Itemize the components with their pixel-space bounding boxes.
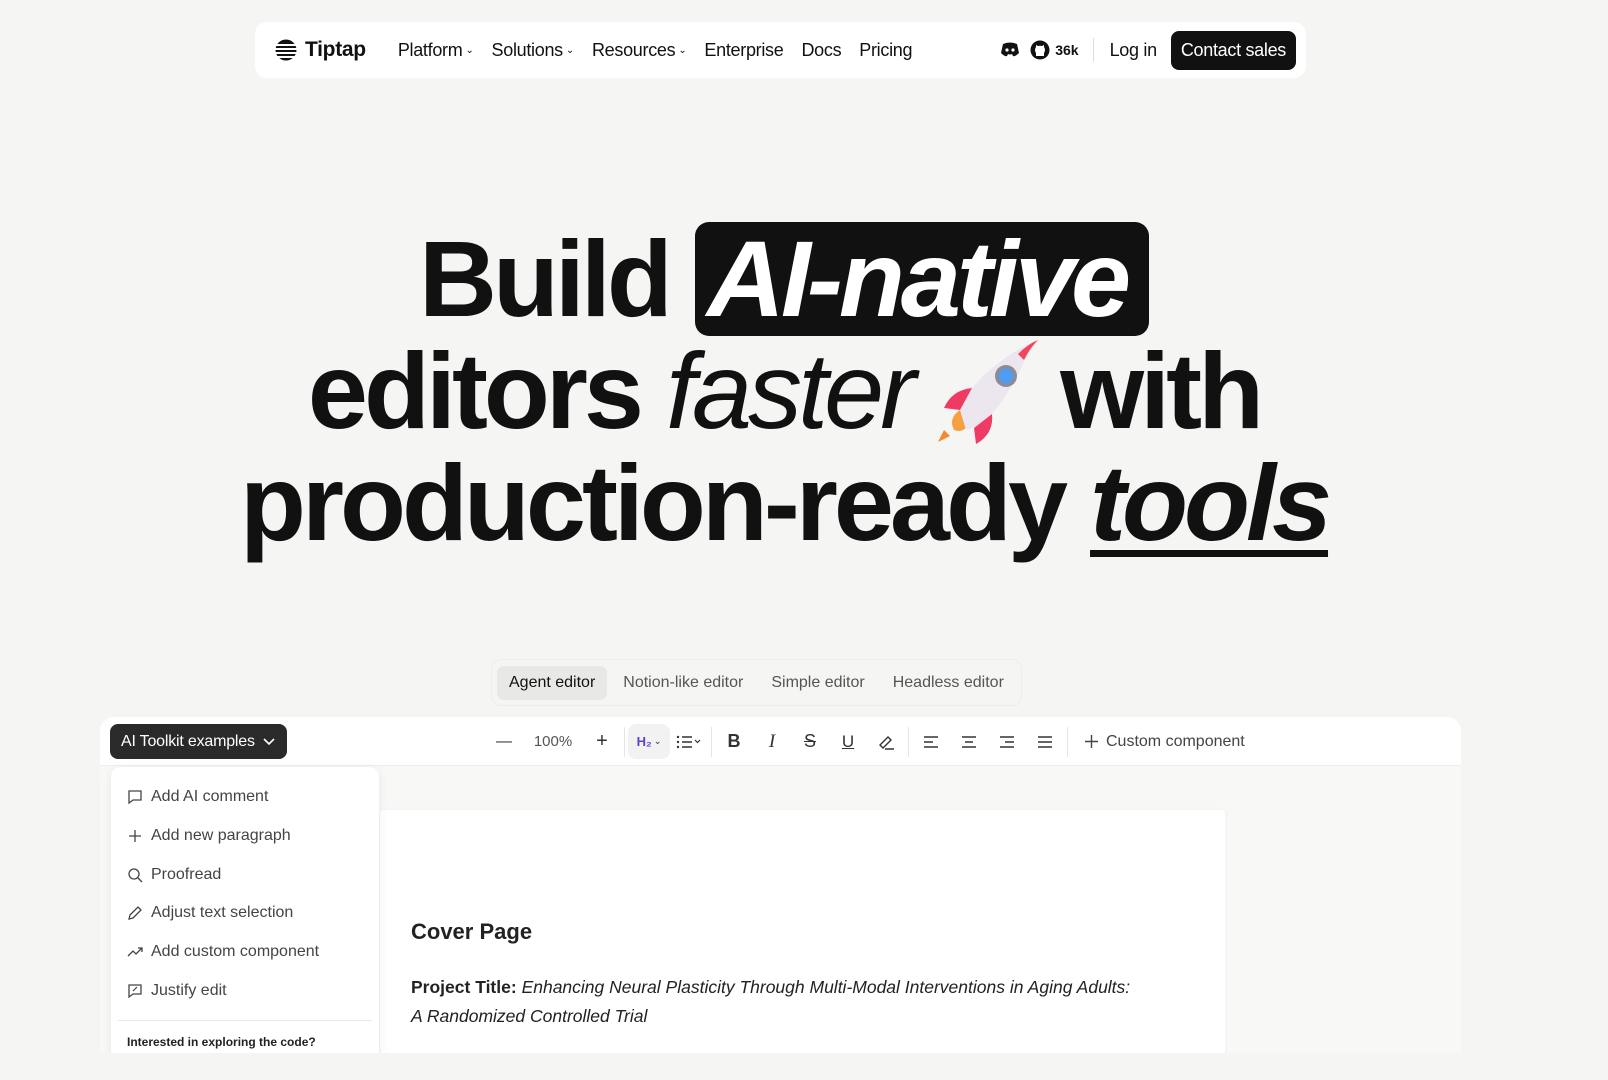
search-icon (128, 868, 143, 883)
menu-label: Adjust text selection (151, 904, 294, 922)
menu-label: Proofread (151, 865, 222, 883)
ai-toolkit-dropdown[interactable]: AI Toolkit examples (110, 724, 287, 759)
rocket-icon (938, 340, 1039, 444)
nav-divider (1092, 38, 1094, 62)
logo[interactable]: Tiptap (275, 38, 366, 62)
plus-icon (129, 830, 141, 843)
document-page[interactable]: Cover Page Project Title: Enhancing Neur… (380, 810, 1225, 1053)
nav-platform[interactable]: Platform ⌄ (398, 40, 474, 61)
comment-icon (128, 790, 142, 805)
editor-toolbar: AI Toolkit examples — 100% + H₂ ⌄ B I S U (100, 717, 1461, 766)
nav-solutions-label: Solutions (491, 39, 564, 60)
github-stars: 36k (1055, 42, 1079, 58)
zoom-out-icon[interactable]: — (485, 724, 523, 759)
toolbar-divider (908, 726, 909, 757)
nav-docs[interactable]: Docs (801, 40, 841, 61)
menu-label: Justify edit (151, 981, 227, 999)
menu-label: Add custom component (151, 943, 320, 961)
menu-label: Add AI comment (151, 788, 269, 806)
align-center-icon[interactable] (950, 724, 988, 759)
editor-tabs: Agent editor Notion-like editor Simple e… (491, 659, 1022, 706)
toolbar-divider (1067, 726, 1068, 757)
nav-resources[interactable]: Resources ⌄ (591, 39, 687, 61)
chevron-down-icon (263, 737, 275, 745)
bold-icon[interactable]: B (715, 724, 753, 759)
highlighter-icon[interactable] (867, 724, 905, 759)
heading-label: H₂ (636, 734, 652, 749)
editor-demo: AI Toolkit examples — 100% + H₂ ⌄ B I S U (100, 717, 1461, 1053)
top-nav: Tiptap Platform ⌄ Solutions ⌄ Resources ⌄ E… (255, 22, 1306, 78)
custom-component-label: Custom component (1106, 732, 1245, 750)
tab-headless-editor[interactable]: Headless editor (881, 666, 1016, 700)
hero-pill-ai-native: AI-native (694, 222, 1150, 336)
ai-toolkit-label: AI Toolkit examples (121, 732, 255, 750)
zoom-in-icon[interactable]: + (583, 724, 621, 759)
heading-dropdown[interactable]: H₂ ⌄ (628, 724, 670, 759)
tab-notion-like-editor[interactable]: Notion-like editor (611, 666, 755, 700)
tab-simple-editor[interactable]: Simple editor (759, 666, 876, 700)
hero-line-1: Build AI-native (0, 222, 1568, 336)
logo-text: Tiptap (305, 38, 366, 61)
align-right-icon[interactable] (988, 724, 1026, 759)
menu-item-add-ai-comment[interactable]: Add AI comment (111, 778, 379, 817)
nav-solutions[interactable]: Solutions ⌄ (491, 39, 575, 61)
chevron-down-icon: ⌄ (678, 44, 687, 56)
menu-item-add-new-paragraph[interactable]: Add new paragraph (111, 817, 379, 856)
chevron-down-icon: ⌄ (465, 44, 474, 56)
ai-toolkit-menu: Add AI comment Add new paragraph Proofre… (111, 767, 379, 1053)
hero-word-build: Build (418, 218, 673, 339)
strikethrough-icon[interactable]: S (791, 724, 829, 759)
hero-word-editors: editors (307, 330, 644, 451)
zoom-level: 100% (533, 733, 573, 750)
align-left-icon[interactable] (912, 724, 950, 759)
nav-platform-label: Platform (397, 39, 463, 60)
hero-headline: Build AI-native editors faster with prod… (0, 222, 1568, 558)
italic-icon[interactable]: I (753, 724, 791, 759)
trending-up-icon (127, 947, 143, 957)
hero-line-3: production-ready tools (0, 448, 1568, 558)
menu-item-add-custom-component[interactable]: Add custom component (111, 933, 379, 972)
github-link[interactable]: 36k (1030, 40, 1079, 60)
menu-item-justify-edit[interactable]: Justify edit (111, 971, 379, 1010)
hero-word-faster: faster (666, 330, 916, 451)
nav-enterprise[interactable]: Enterprise (704, 40, 783, 61)
tab-agent-editor[interactable]: Agent editor (497, 665, 608, 700)
underline-icon[interactable]: U (829, 724, 867, 759)
menu-item-adjust-text-selection[interactable]: Adjust text selection (111, 894, 379, 933)
doc-paragraph: Project Title: Enhancing Neural Plastici… (411, 973, 1131, 1031)
doc-label: Project Title: (411, 977, 517, 997)
pencil-icon (128, 906, 142, 921)
hero-word-with: with (1060, 330, 1264, 451)
login-link[interactable]: Log in (1106, 40, 1161, 61)
chevron-down-icon: ⌄ (565, 44, 574, 56)
hero-word-production-ready: production-ready (239, 442, 1068, 563)
hero-line-2: editors faster with (0, 336, 1568, 448)
menu-label: Add new paragraph (151, 827, 291, 845)
tiptap-logo-icon (275, 39, 297, 61)
custom-component-button[interactable]: Custom component (1085, 733, 1245, 751)
nav-pricing[interactable]: Pricing (859, 40, 912, 61)
align-justify-icon[interactable] (1026, 724, 1064, 759)
menu-code-note: Interested in exploring the code? (127, 1035, 316, 1050)
chevron-down-icon: ⌄ (653, 736, 662, 746)
toolbar-divider (711, 726, 712, 757)
message-edit-icon (128, 984, 142, 999)
plus-icon (1085, 735, 1098, 748)
doc-title: Enhancing Neural Plasticity Through Mult… (411, 977, 1131, 1026)
nav-resources-label: Resources (591, 39, 676, 60)
hero-word-tools: tools (1090, 442, 1332, 563)
discord-icon[interactable] (1000, 42, 1020, 58)
contact-sales-button[interactable]: Contact sales (1170, 30, 1296, 70)
list-dropdown-icon[interactable] (670, 724, 708, 759)
github-icon (1030, 40, 1050, 60)
doc-heading: Cover Page (411, 919, 533, 944)
format-tools: — 100% + H₂ ⌄ B I S U Custom component (485, 724, 1245, 759)
toolbar-divider (624, 726, 625, 757)
menu-item-proofread[interactable]: Proofread (111, 855, 379, 894)
